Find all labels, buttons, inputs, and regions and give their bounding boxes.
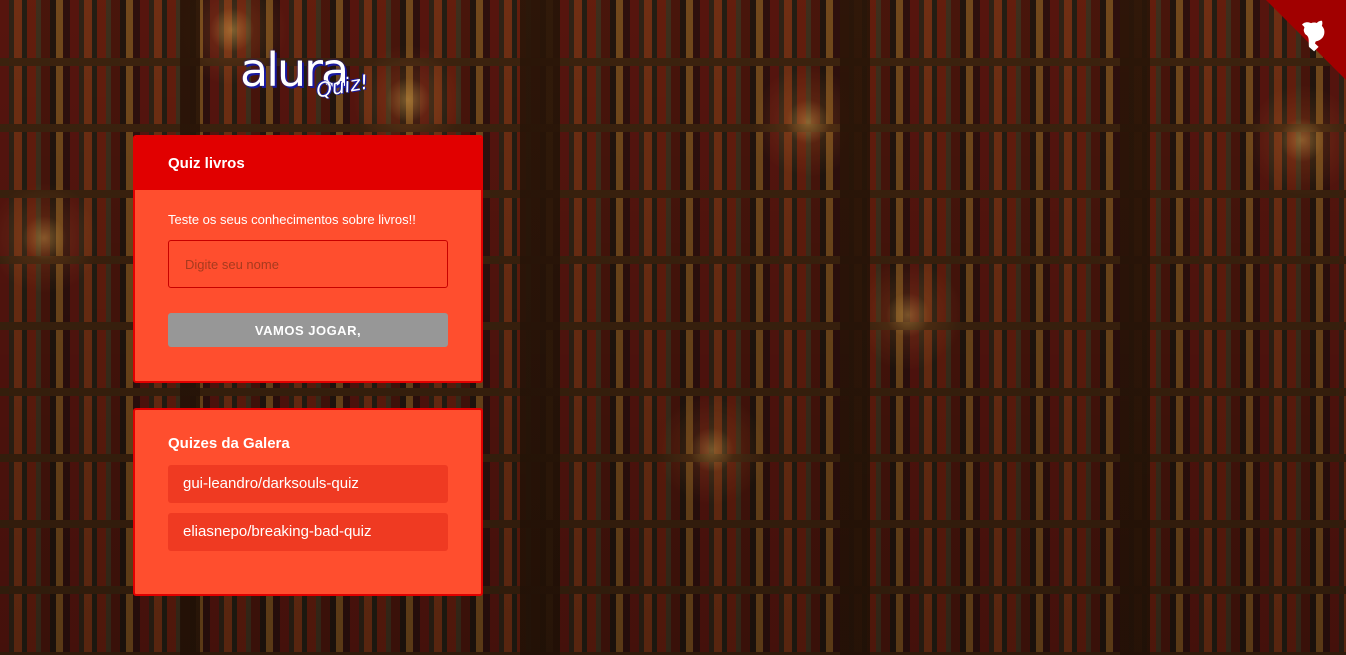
list-item: eliasnepo/breaking-bad-quiz xyxy=(168,513,448,551)
list-item: gui-leandro/darksouls-quiz xyxy=(168,465,448,503)
play-button[interactable]: VAMOS JOGAR, xyxy=(168,313,448,347)
quiz-description: Teste os seus conhecimentos sobre livros… xyxy=(168,212,416,227)
github-octocat-icon xyxy=(1266,0,1346,80)
community-quizzes-widget: Quizes da Galera gui-leandro/darksouls-q… xyxy=(133,408,483,596)
community-quizzes-title: Quizes da Galera xyxy=(168,435,290,452)
name-form: VAMOS JOGAR, xyxy=(168,240,448,347)
quiz-widget: Quiz livros Teste os seus conhecimentos … xyxy=(133,135,483,383)
quiz-link-breaking-bad[interactable]: eliasnepo/breaking-bad-quiz xyxy=(168,513,448,551)
quiz-widget-body: Teste os seus conhecimentos sobre livros… xyxy=(135,190,481,347)
github-corner-link[interactable] xyxy=(1266,0,1346,80)
name-input[interactable] xyxy=(168,240,448,288)
community-quiz-list: gui-leandro/darksouls-quiz eliasnepo/bre… xyxy=(135,465,481,551)
quiz-link-darksouls[interactable]: gui-leandro/darksouls-quiz xyxy=(168,465,448,503)
quiz-title: Quiz livros xyxy=(168,155,245,172)
quiz-widget-header: Quiz livros xyxy=(135,137,481,190)
alura-quiz-logo: alura Quiz! xyxy=(240,44,380,104)
